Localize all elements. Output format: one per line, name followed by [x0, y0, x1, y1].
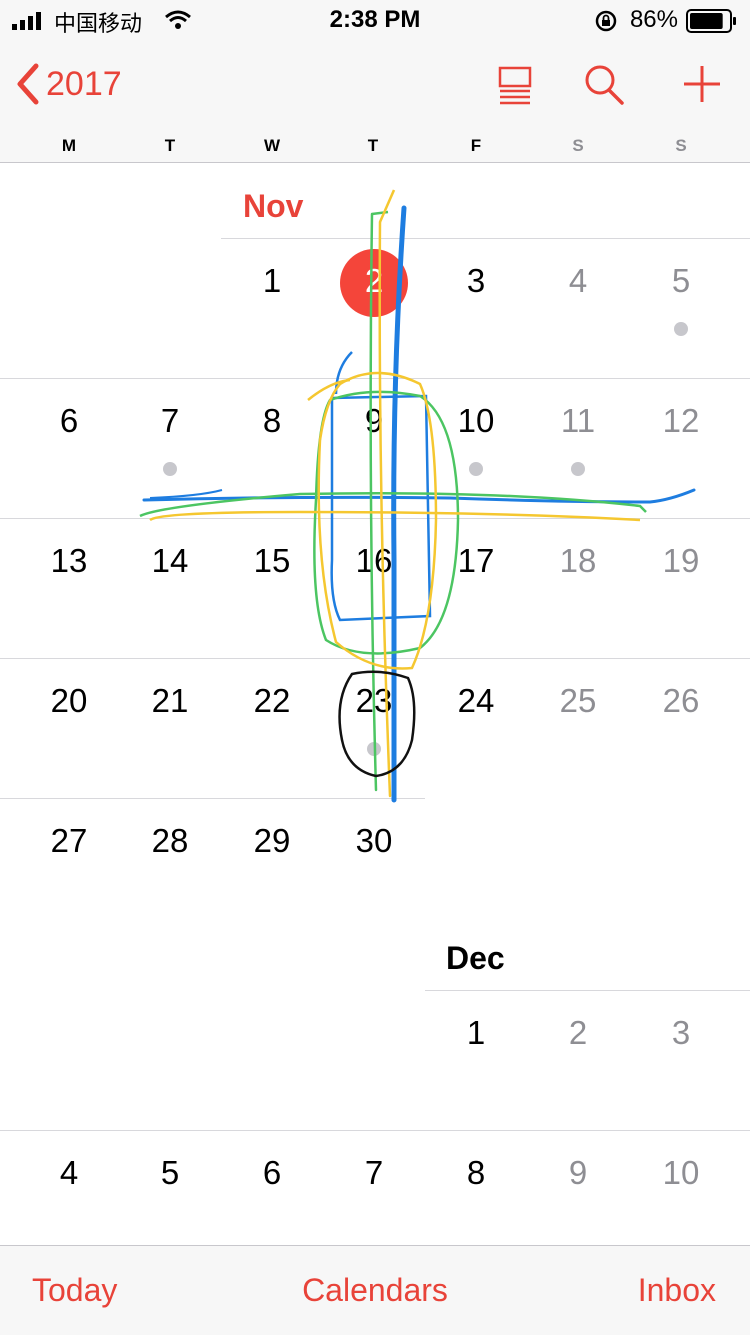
tab-bar: Today Calendars Inbox [0, 1245, 750, 1335]
day-nov-28[interactable]: 28 [119, 822, 221, 860]
day-nov-4[interactable]: 4 [527, 262, 629, 300]
day-nov-18[interactable]: 18 [527, 542, 629, 580]
day-dec-4[interactable]: 4 [18, 1154, 120, 1192]
battery-percent: 86% [629, 6, 678, 33]
event-dot [469, 462, 483, 476]
day-nov-1[interactable]: 1 [221, 262, 323, 300]
day-nov-26[interactable]: 26 [630, 682, 732, 720]
nav-bar: 2017 M T W T F S S [0, 40, 750, 163]
search-icon[interactable] [580, 62, 628, 106]
separator [0, 518, 750, 519]
day-nov-6[interactable]: 6 [18, 402, 120, 440]
handwritten-annotations [139, 189, 696, 803]
separator [221, 238, 750, 239]
day-nov-22[interactable]: 22 [221, 682, 323, 720]
day-nov-17[interactable]: 17 [425, 542, 527, 580]
weekday-thu: T [367, 136, 379, 155]
day-nov-19[interactable]: 19 [630, 542, 732, 580]
weekday-tue: T [164, 136, 176, 155]
weekday-wed: W [263, 136, 281, 155]
separator [0, 798, 425, 799]
day-nov-20[interactable]: 20 [18, 682, 120, 720]
day-nov-2-today[interactable]: 2 [323, 262, 425, 300]
separator [0, 1130, 750, 1131]
weekday-sat: S [572, 136, 584, 155]
day-dec-2[interactable]: 2 [527, 1014, 629, 1052]
day-nov-25[interactable]: 25 [527, 682, 629, 720]
weekday-mon: M [61, 136, 77, 155]
status-bar: 中国移动 2:38 PM 86% [0, 0, 750, 40]
battery-icon [686, 9, 736, 33]
day-dec-7[interactable]: 7 [323, 1154, 425, 1192]
day-nov-9[interactable]: 9 [323, 402, 425, 440]
day-nov-29[interactable]: 29 [221, 822, 323, 860]
month-label-nov[interactable]: Nov [243, 188, 303, 225]
add-icon[interactable] [678, 62, 726, 106]
day-dec-10[interactable]: 10 [630, 1154, 732, 1192]
event-dot [367, 742, 381, 756]
separator [425, 990, 750, 991]
separator [0, 658, 750, 659]
day-nov-8[interactable]: 8 [221, 402, 323, 440]
day-nov-21[interactable]: 21 [119, 682, 221, 720]
day-dec-8[interactable]: 8 [425, 1154, 527, 1192]
event-dot [674, 322, 688, 336]
day-nov-16[interactable]: 16 [323, 542, 425, 580]
day-nov-23[interactable]: 23 [323, 682, 425, 720]
chevron-left-icon [17, 63, 39, 105]
event-dot [571, 462, 585, 476]
day-nov-12[interactable]: 12 [630, 402, 732, 440]
day-nov-7[interactable]: 7 [119, 402, 221, 440]
list-view-icon[interactable] [492, 62, 540, 106]
day-nov-10[interactable]: 10 [425, 402, 527, 440]
day-nov-3[interactable]: 3 [425, 262, 527, 300]
separator [0, 378, 750, 379]
day-nov-13[interactable]: 13 [18, 542, 120, 580]
day-dec-3[interactable]: 3 [630, 1014, 732, 1052]
day-nov-5[interactable]: 5 [630, 262, 732, 300]
event-dot [163, 462, 177, 476]
day-nov-30[interactable]: 30 [323, 822, 425, 860]
month-label-dec[interactable]: Dec [446, 940, 505, 977]
day-dec-1[interactable]: 1 [425, 1014, 527, 1052]
day-dec-9[interactable]: 9 [527, 1154, 629, 1192]
weekday-sun: S [675, 136, 687, 155]
day-dec-6[interactable]: 6 [221, 1154, 323, 1192]
back-button[interactable]: 2017 [14, 62, 122, 106]
back-year-label: 2017 [46, 64, 122, 103]
day-dec-5[interactable]: 5 [119, 1154, 221, 1192]
orientation-lock-icon [595, 10, 617, 32]
weekday-fri: F [470, 136, 482, 155]
day-nov-27[interactable]: 27 [18, 822, 120, 860]
day-nov-15[interactable]: 15 [221, 542, 323, 580]
day-nov-24[interactable]: 24 [425, 682, 527, 720]
day-nov-11[interactable]: 11 [527, 402, 629, 440]
inbox-tab[interactable]: Inbox [638, 1272, 716, 1309]
day-nov-14[interactable]: 14 [119, 542, 221, 580]
